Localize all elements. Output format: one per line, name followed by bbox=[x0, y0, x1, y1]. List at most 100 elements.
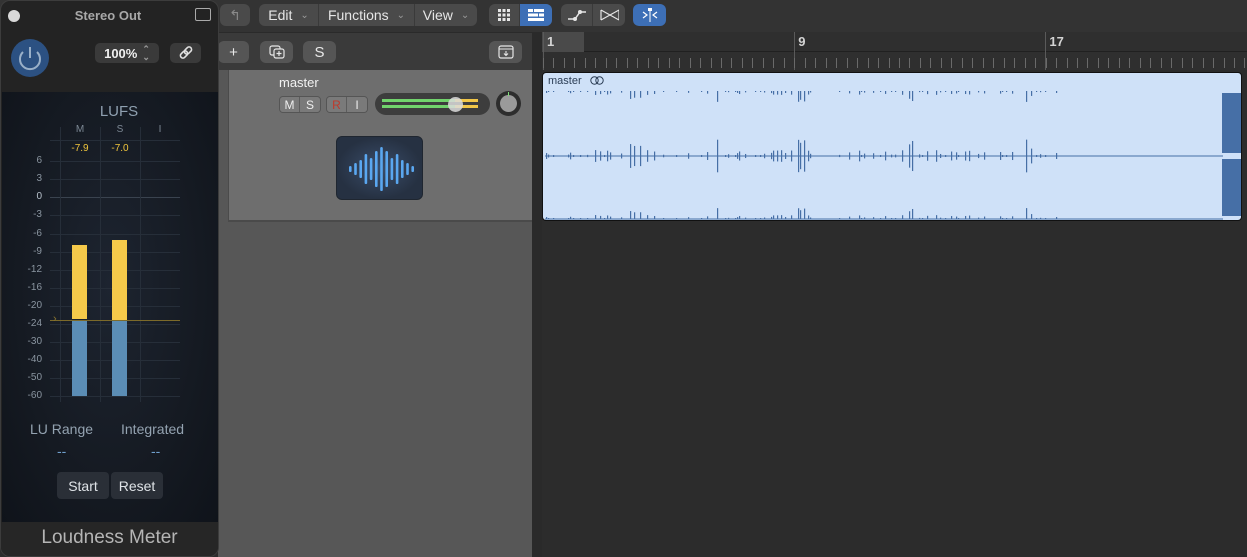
waveform-spike bbox=[630, 144, 632, 168]
ruler-tick bbox=[1003, 58, 1005, 68]
waveform-spike bbox=[634, 145, 636, 167]
list-view-button[interactable] bbox=[520, 4, 552, 26]
link-button[interactable] bbox=[170, 43, 201, 63]
ruler-tick bbox=[878, 58, 880, 68]
waveform-spike bbox=[849, 91, 851, 94]
add-track-button[interactable]: + bbox=[218, 41, 249, 63]
waveform-spike bbox=[676, 218, 678, 219]
waveform-spike bbox=[810, 217, 812, 219]
chevron-down-icon: ⌄ bbox=[396, 9, 406, 21]
track-row-master[interactable]: master M S R I bbox=[228, 70, 534, 222]
waveform-spike bbox=[969, 150, 971, 162]
reset-button[interactable]: Reset bbox=[111, 472, 163, 499]
ruler-tick bbox=[972, 58, 974, 68]
waveform-spike bbox=[922, 218, 924, 219]
solo-button[interactable]: S bbox=[300, 97, 320, 112]
waveform-icon-bar bbox=[364, 154, 368, 184]
waveform-spike bbox=[922, 91, 924, 92]
link-icon bbox=[179, 46, 192, 59]
waveform-spike bbox=[630, 211, 632, 219]
waveform-spike bbox=[1056, 217, 1058, 219]
waveform-spike bbox=[909, 211, 911, 219]
waveform-spike bbox=[640, 212, 642, 219]
waveform-spike bbox=[859, 91, 861, 95]
ruler-tick bbox=[689, 58, 691, 68]
edit-menu[interactable]: Edit ⌄ bbox=[259, 4, 319, 26]
waveform-spike bbox=[956, 216, 958, 219]
track-icon[interactable] bbox=[336, 136, 423, 200]
waveform-spike bbox=[1031, 214, 1033, 219]
waveform-spike bbox=[885, 216, 887, 219]
tray-download-button[interactable] bbox=[489, 41, 522, 63]
automation-curve-button[interactable] bbox=[561, 4, 593, 26]
audio-region-master[interactable]: master bbox=[542, 72, 1242, 221]
waveform-spike bbox=[640, 145, 642, 167]
waveform-spike bbox=[798, 139, 800, 173]
ruler-tick bbox=[647, 58, 649, 68]
catch-playhead-icon bbox=[642, 8, 657, 22]
window-float-icon[interactable] bbox=[195, 8, 211, 21]
ruler-tick bbox=[762, 58, 764, 68]
waveform-spike bbox=[621, 217, 623, 219]
grid-column-line bbox=[60, 127, 61, 402]
ruler-tick bbox=[616, 58, 618, 68]
waveform-spike bbox=[676, 91, 678, 92]
waveform-spike bbox=[861, 91, 863, 92]
ruler-tick bbox=[584, 58, 586, 68]
ruler-tick bbox=[752, 58, 754, 68]
zoom-select[interactable]: 100% ⌃ ⌄ bbox=[95, 43, 159, 63]
functions-menu[interactable]: Functions ⌄ bbox=[319, 4, 415, 26]
ruler-tick bbox=[626, 58, 628, 68]
scale-label: -20 bbox=[27, 300, 42, 311]
waveform-spike bbox=[978, 217, 980, 219]
catch-playhead-button[interactable] bbox=[633, 4, 666, 26]
ruler-tick bbox=[909, 58, 911, 68]
power-button[interactable] bbox=[11, 39, 49, 77]
crossfade-button[interactable] bbox=[593, 4, 625, 26]
waveform-spike bbox=[984, 91, 986, 94]
waveform-spike bbox=[969, 91, 971, 95]
scale-label: -9 bbox=[33, 246, 42, 257]
chevron-down-icon: ⌄ bbox=[460, 9, 470, 21]
ruler-tick bbox=[1234, 58, 1236, 68]
ruler-tick bbox=[857, 58, 859, 68]
scale-label: -40 bbox=[27, 354, 42, 365]
volume-slider-handle[interactable] bbox=[448, 97, 463, 112]
ruler-tick bbox=[951, 58, 953, 68]
ruler-tick bbox=[595, 58, 597, 68]
waveform-icon-bar bbox=[395, 154, 399, 184]
waveform-spike bbox=[902, 150, 904, 162]
waveform-spike bbox=[1045, 155, 1047, 157]
duplicate-track-button[interactable] bbox=[260, 41, 293, 63]
pane-divider[interactable] bbox=[532, 32, 542, 557]
input-monitor-button[interactable]: I bbox=[347, 97, 367, 112]
volume-slider[interactable] bbox=[375, 93, 490, 115]
waveform-spike bbox=[573, 155, 575, 157]
ruler-tick bbox=[1171, 58, 1173, 68]
waveform-spike bbox=[1002, 91, 1004, 92]
waveform-spike bbox=[647, 150, 649, 162]
up-down-chevron-icon: ⌃ ⌄ bbox=[142, 44, 150, 62]
arrow-up-turn-icon: ↰ bbox=[229, 6, 241, 23]
record-enable-button[interactable]: R bbox=[327, 97, 347, 112]
ruler-tick bbox=[804, 58, 806, 68]
tracks-area[interactable]: master bbox=[542, 70, 1247, 557]
waveform-spike bbox=[927, 91, 929, 95]
bar-ruler[interactable]: 1917253341495765 bbox=[542, 32, 1247, 70]
waveform-spike bbox=[1006, 91, 1008, 92]
pan-knob[interactable] bbox=[496, 91, 521, 116]
waveform-spike bbox=[634, 91, 636, 98]
waveform-spike bbox=[849, 152, 851, 160]
waveform-spike bbox=[791, 91, 793, 95]
ruler-tick bbox=[1244, 58, 1246, 68]
back-button[interactable]: ↰ bbox=[220, 4, 250, 26]
s-button[interactable]: S bbox=[303, 41, 336, 63]
scale-label: 6 bbox=[36, 155, 42, 166]
grid-view-button[interactable] bbox=[489, 4, 520, 26]
mute-button[interactable]: M bbox=[280, 97, 300, 112]
view-menu[interactable]: View ⌄ bbox=[415, 4, 477, 26]
start-button[interactable]: Start bbox=[57, 472, 109, 499]
waveform-spike bbox=[951, 91, 953, 94]
waveform-spike bbox=[553, 218, 555, 219]
waveform-icon-bar bbox=[380, 147, 383, 191]
